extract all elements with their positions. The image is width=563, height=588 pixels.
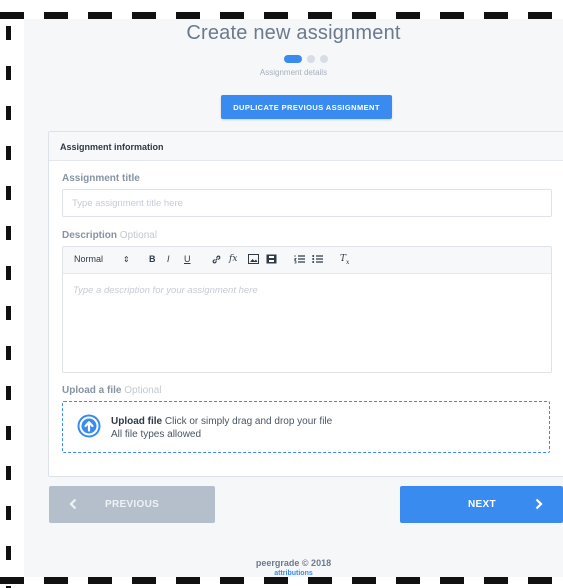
editor-toolbar: Normal ⇕ B I U fx Tx: [63, 247, 551, 274]
description-editor[interactable]: Normal ⇕ B I U fx Tx Type a description: [62, 246, 552, 373]
description-label: Description Optional: [62, 230, 157, 241]
chevron-right-icon: [535, 498, 543, 513]
ordered-list-icon[interactable]: [294, 254, 305, 264]
upload-title: Upload file: [111, 416, 163, 427]
upload-label: Upload a file Optional: [62, 385, 161, 396]
next-button[interactable]: NEXT: [400, 486, 563, 523]
step-dot: [320, 55, 328, 63]
previous-button-label: PREVIOUS: [105, 499, 160, 510]
underline-button[interactable]: U: [184, 254, 191, 265]
duplicate-previous-assignment-button[interactable]: DUPLICATE PREVIOUS ASSIGNMENT: [221, 95, 392, 119]
upload-file-types: All file types allowed: [111, 429, 202, 440]
italic-button[interactable]: I: [167, 254, 170, 265]
step-dot-active: [284, 55, 302, 63]
clear-format-icon[interactable]: Tx: [340, 254, 349, 268]
dashed-frame-bottom: [0, 577, 563, 584]
assignment-title-placeholder: Type assignment title here: [72, 198, 183, 209]
bullet-list-icon[interactable]: [312, 254, 323, 264]
upload-arrow-icon: [77, 414, 101, 438]
step-indicator: [284, 55, 328, 63]
upload-instructions: Upload file Click or simply drag and dro…: [111, 416, 332, 427]
footer-copyright: peergrade © 2018: [255, 558, 332, 568]
upload-label-text: Upload a file: [62, 385, 122, 396]
next-button-label: NEXT: [468, 499, 496, 510]
upload-hint: Click or simply drag and drop your file: [164, 416, 333, 427]
dashed-frame-left: [6, 0, 11, 588]
dashed-frame-top: [0, 12, 563, 19]
page-title: Create new assignment: [186, 22, 401, 44]
assignment-information-card: Assignment information Assignment title …: [48, 131, 563, 477]
formula-icon[interactable]: fx: [229, 254, 237, 265]
link-icon[interactable]: [211, 254, 222, 265]
file-upload-dropzone[interactable]: Upload file Click or simply drag and dro…: [62, 401, 550, 453]
description-label-text: Description: [62, 230, 118, 241]
image-icon[interactable]: [248, 254, 259, 264]
step-dot: [307, 55, 315, 63]
description-optional-tag: Optional: [119, 230, 158, 241]
card-header: Assignment information: [49, 132, 563, 161]
previous-button[interactable]: PREVIOUS: [49, 486, 215, 523]
step-label: Assignment details: [259, 68, 328, 77]
format-select[interactable]: Normal: [74, 254, 103, 265]
assignment-title-input[interactable]: Type assignment title here: [62, 189, 552, 217]
description-placeholder: Type a description for your assignment h…: [73, 285, 258, 296]
video-icon[interactable]: [266, 254, 277, 264]
card-header-title: Assignment information: [60, 142, 164, 152]
attributions-link[interactable]: attributions: [24, 570, 563, 577]
assignment-title-label: Assignment title: [62, 173, 140, 184]
format-select-arrows-icon[interactable]: ⇕: [123, 254, 130, 265]
bold-button[interactable]: B: [149, 254, 156, 265]
assignment-title-label-text: Assignment title: [62, 173, 140, 184]
upload-optional-tag: Optional: [124, 385, 162, 396]
chevron-left-icon: [69, 498, 77, 513]
